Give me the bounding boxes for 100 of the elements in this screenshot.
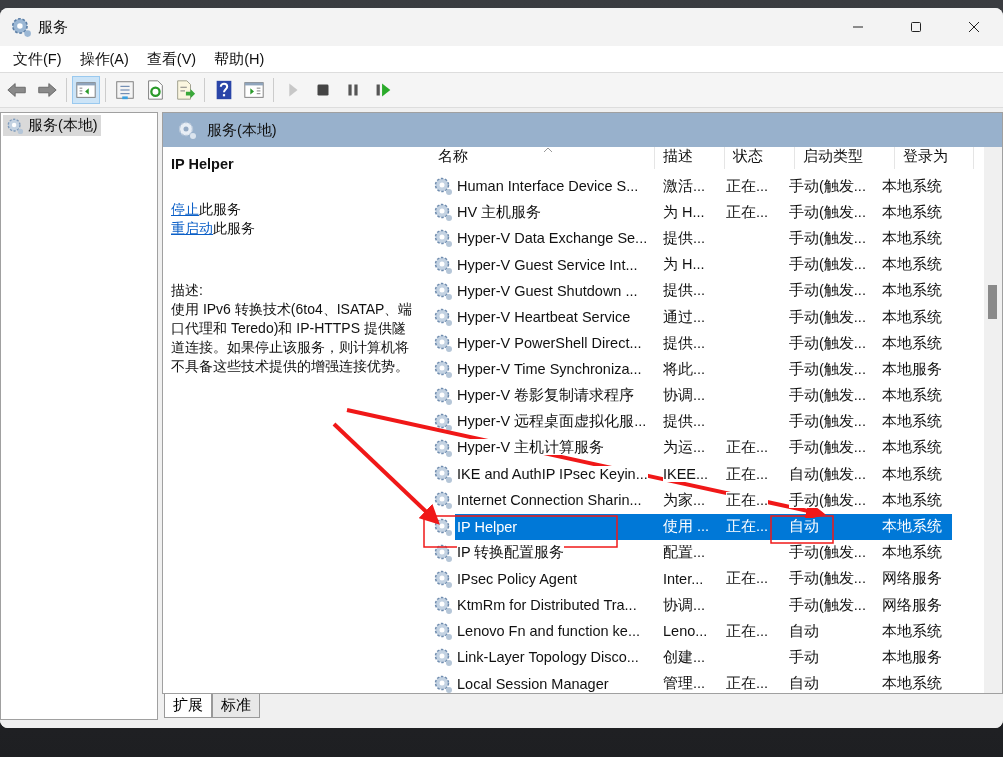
table-cell: 激活...	[663, 177, 706, 194]
table-cell: 提供...	[663, 229, 706, 246]
console-tree-icon[interactable]	[72, 76, 100, 104]
table-cell: Hyper-V 远程桌面虚拟化服...	[457, 413, 647, 430]
menu-item[interactable]: 帮助(H)	[205, 49, 274, 69]
table-cell: IPsec Policy Agent	[457, 570, 578, 587]
scroll-thumb[interactable]	[988, 285, 997, 319]
service-row[interactable]: IP Helper 使用 ... 正在... 自动 本地系统	[455, 513, 952, 540]
table-cell: 本地系统	[882, 387, 942, 404]
description-label: 描述:	[171, 281, 204, 300]
table-cell: 为运...	[663, 439, 706, 456]
gear-icon	[433, 621, 453, 642]
column-header[interactable]: 名称	[430, 147, 655, 169]
service-row[interactable]: IKE and AuthIP IPsec Keyin... IKEE... 正在... 自动(触发... 本地系统	[455, 461, 952, 488]
table-cell: 正在...	[726, 177, 769, 194]
table-cell: IKEE...	[663, 466, 709, 483]
menu-item[interactable]: 查看(V)	[137, 49, 206, 69]
menu-item[interactable]: 操作(A)	[70, 49, 138, 69]
column-header[interactable]: 登录为	[895, 147, 974, 169]
gear-icon	[433, 333, 453, 354]
gear-icon	[433, 307, 453, 328]
table-cell: 手动(触发...	[789, 439, 866, 456]
table-cell: 本地系统	[882, 413, 942, 430]
table-cell: 正在...	[726, 622, 769, 639]
service-row[interactable]: Hyper-V 卷影复制请求程序 协调... 手动(触发... 本地系统	[455, 382, 952, 409]
service-row[interactable]: Internet Connection Sharin... 为家... 正在... 手动(触发... 本地系统	[455, 487, 952, 514]
view-tab[interactable]: 标准	[212, 694, 260, 718]
gear-icon	[433, 568, 453, 589]
service-row[interactable]: Hyper-V Heartbeat Service 通过... 手动(触发... 本地系统	[455, 304, 952, 331]
service-row[interactable]: Hyper-V Guest Service Int... 为 H... 手动(触发... 本地系统	[455, 251, 952, 278]
service-row[interactable]: Hyper-V 主机计算服务 为运... 正在... 手动(触发... 本地系统	[455, 434, 952, 461]
table-cell: 正在...	[726, 491, 769, 508]
table-cell: 本地系统	[882, 675, 942, 692]
service-row[interactable]: IP 转换配置服务 配置... 手动(触发... 本地系统	[455, 539, 952, 566]
action-link[interactable]: 重启动	[171, 220, 213, 236]
table-cell: 提供...	[663, 282, 706, 299]
table-cell: 本地系统	[882, 177, 942, 194]
table-cell: 本地服务	[882, 360, 942, 377]
table-cell: 本地系统	[882, 491, 942, 508]
highlight-frame	[770, 515, 834, 544]
gear-icon	[433, 385, 453, 406]
table-cell: 本地系统	[882, 308, 942, 325]
gear-icon	[433, 647, 453, 668]
table-cell: 配置...	[663, 544, 706, 561]
service-row[interactable]: IPsec Policy Agent Inter... 正在... 手动(触发... 网络服务	[455, 565, 952, 592]
table-cell: 本地系统	[882, 203, 942, 220]
gear-icon	[6, 116, 24, 135]
table-cell: 网络服务	[882, 596, 942, 613]
action-link[interactable]: 停止	[171, 201, 199, 217]
service-row[interactable]: Link-Layer Topology Disco... 创建... 手动 本地服务	[455, 644, 952, 671]
table-cell: Hyper-V 卷影复制请求程序	[457, 387, 635, 404]
table-cell: 手动(触发...	[789, 360, 866, 377]
scrollbar[interactable]	[984, 147, 1002, 693]
service-row[interactable]: Hyper-V 远程桌面虚拟化服... 提供... 手动(触发... 本地系统	[455, 408, 952, 435]
table-cell: Hyper-V Guest Service Int...	[457, 256, 638, 273]
table-cell: 本地服务	[882, 648, 942, 665]
table-cell: 手动(触发...	[789, 544, 866, 561]
service-row[interactable]: Hyper-V Guest Shutdown ... 提供... 手动(触发... 本地系统	[455, 277, 952, 304]
table-cell: 管理...	[663, 675, 706, 692]
table-cell: 协调...	[663, 387, 706, 404]
view-tab[interactable]: 扩展	[164, 694, 212, 718]
table-cell: Hyper-V PowerShell Direct...	[457, 335, 642, 352]
column-header[interactable]: 描述	[655, 147, 725, 169]
table-cell: 正在...	[726, 570, 769, 587]
table-cell: 本地系统	[882, 334, 942, 351]
column-header[interactable]: 启动类型	[795, 147, 895, 169]
service-row[interactable]: Local Session Manager 管理... 正在... 自动 本地系统	[455, 670, 952, 693]
table-cell: 提供...	[663, 334, 706, 351]
table-cell: 手动(触发...	[789, 413, 866, 430]
tree-item[interactable]: 服务(本地)	[3, 115, 101, 136]
gear-icon	[433, 202, 453, 223]
table-cell: 正在...	[726, 203, 769, 220]
table-cell: 手动(触发...	[789, 177, 866, 194]
service-row[interactable]: Lenovo Fn and function ke... Leno... 正在... 自动 本地系统	[455, 618, 952, 645]
column-header[interactable]: 状态	[725, 147, 795, 169]
menu-item[interactable]: 文件(F)	[4, 49, 71, 69]
gear-icon	[433, 254, 453, 275]
table-cell: HV 主机服务	[457, 203, 542, 220]
table-cell: 自动(触发...	[789, 465, 866, 482]
table-cell: 正在...	[726, 439, 769, 456]
gear-icon	[433, 490, 453, 511]
service-row[interactable]: Hyper-V PowerShell Direct... 提供... 手动(触发... 本地系统	[455, 330, 952, 357]
table-cell: Hyper-V Heartbeat Service	[457, 309, 631, 326]
table-cell: 将此...	[663, 360, 706, 377]
gear-icon	[433, 176, 453, 197]
service-row[interactable]: Hyper-V Time Synchroniza... 将此... 手动(触发... 本地服务	[455, 356, 952, 383]
service-row[interactable]: Hyper-V Data Exchange Se... 提供... 手动(触发... 本地系统	[455, 225, 952, 252]
table-cell: 协调...	[663, 596, 706, 613]
table-cell: 手动(触发...	[789, 491, 866, 508]
table-cell: 手动(触发...	[789, 203, 866, 220]
table-cell: 本地系统	[882, 256, 942, 273]
table-cell: 为 H...	[663, 256, 705, 273]
service-row[interactable]: Human Interface Device S... 激活... 正在... 手动(触发... 本地系统	[455, 173, 952, 200]
gear-icon	[433, 359, 453, 380]
table-cell: IP 转换配置服务	[457, 544, 565, 561]
gear-icon	[433, 228, 453, 249]
service-row[interactable]: HV 主机服务 为 H... 正在... 手动(触发... 本地系统	[455, 199, 952, 226]
table-cell: 正在...	[726, 675, 769, 692]
action-text: 停止此服务	[171, 200, 242, 219]
service-row[interactable]: KtmRm for Distributed Tra... 协调... 手动(触发... 网络服务	[455, 592, 952, 619]
